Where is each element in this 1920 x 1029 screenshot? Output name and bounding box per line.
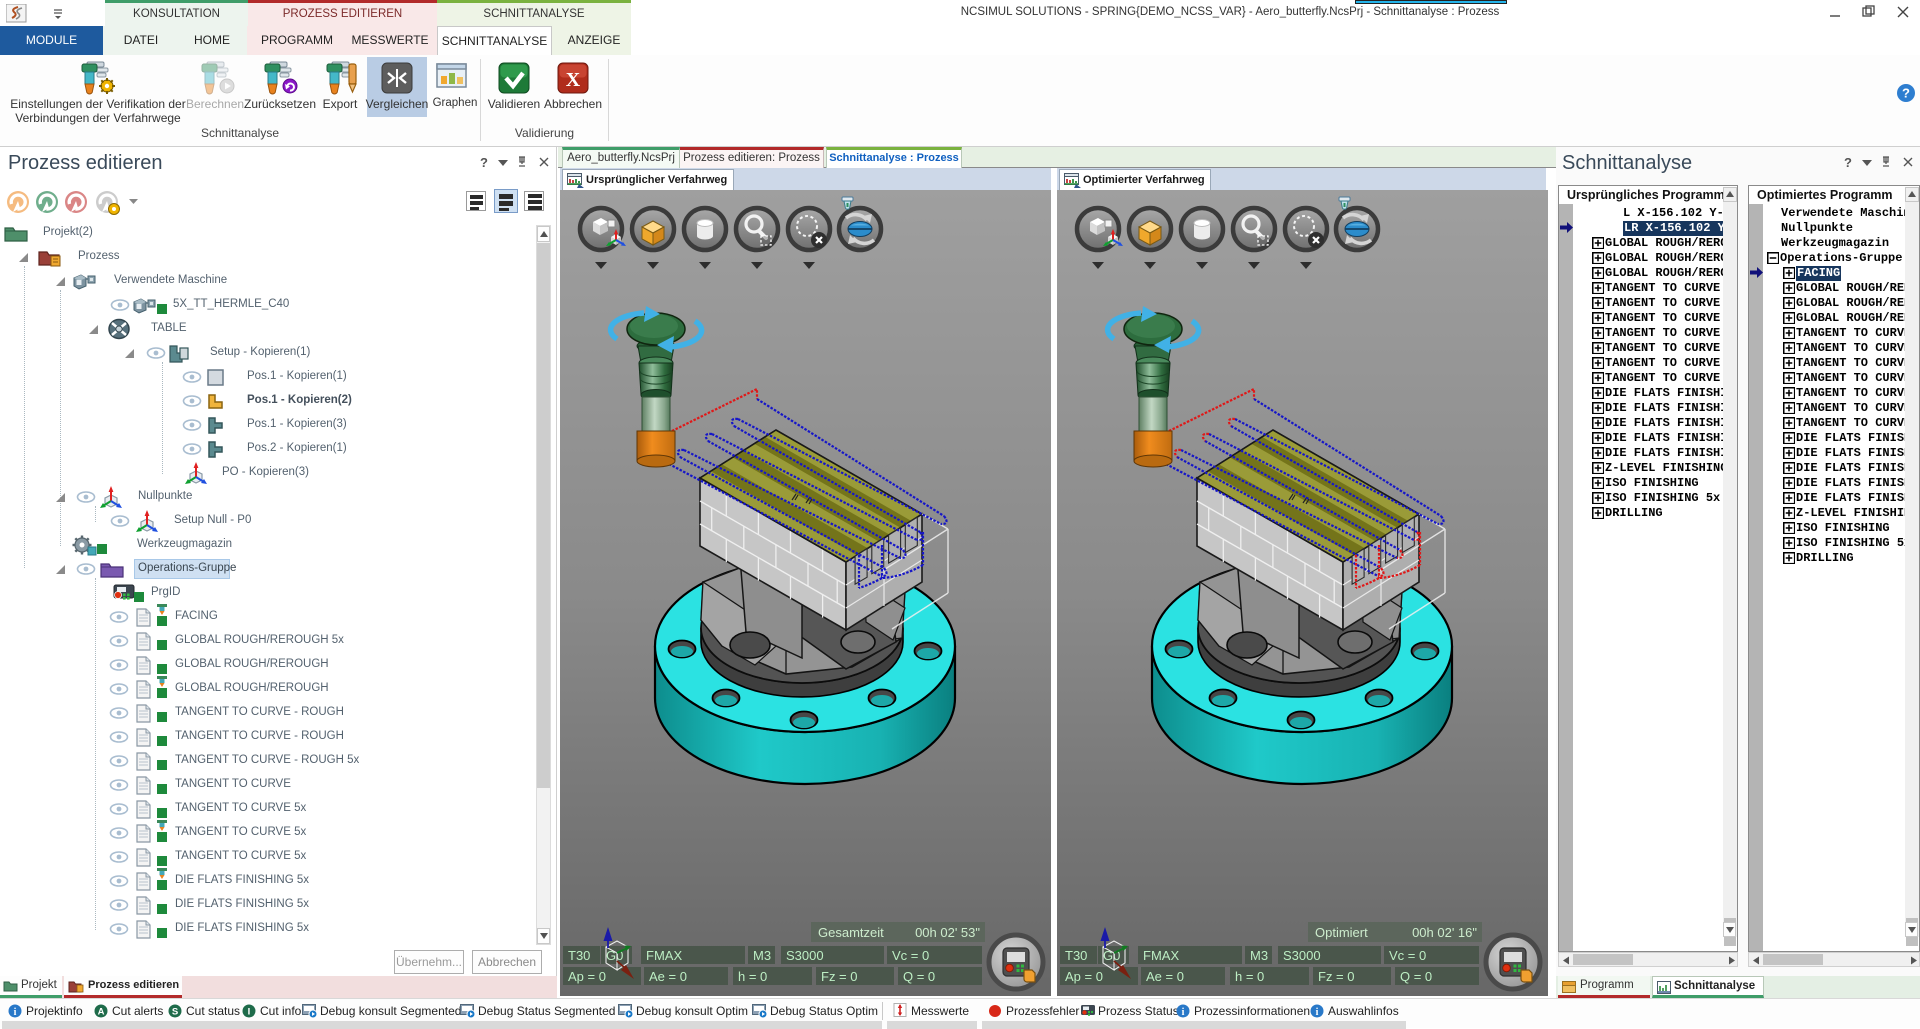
svg-text:Ae = 0: Ae = 0 [649,969,687,984]
svg-text:00h 02' 16": 00h 02' 16" [1412,925,1477,940]
svg-text:M3: M3 [1250,948,1268,963]
svg-text:Optimiert: Optimiert [1315,925,1368,940]
svg-text:S3000: S3000 [786,948,824,963]
svg-text:00h 02' 53": 00h 02' 53" [915,925,980,940]
svg-text:i: i [1182,1007,1185,1018]
svg-text:Q = 0: Q = 0 [1400,969,1432,984]
svg-text:T30: T30 [1065,948,1087,963]
svg-text:X: X [566,69,581,91]
svg-text:h = 0: h = 0 [738,969,767,984]
svg-text:M3: M3 [753,948,771,963]
svg-text:T30: T30 [568,948,590,963]
svg-text:Vc = 0: Vc = 0 [1389,948,1426,963]
svg-text:A: A [98,1007,105,1018]
svg-text:S: S [172,1007,178,1018]
svg-text:FMAX: FMAX [646,948,682,963]
svg-text:Gesamtzeit: Gesamtzeit [818,925,884,940]
svg-text:Fz = 0: Fz = 0 [1318,969,1355,984]
svg-text:i: i [1316,1007,1319,1018]
svg-text:Ae = 0: Ae = 0 [1146,969,1184,984]
svg-text:i: i [14,1007,17,1018]
svg-text:Fz = 0: Fz = 0 [821,969,858,984]
svg-text:?: ? [480,155,488,169]
svg-text:Ap = 0: Ap = 0 [1065,969,1103,984]
svg-text:Vc = 0: Vc = 0 [892,948,929,963]
svg-text:?: ? [1902,86,1910,101]
svg-text:?: ? [1844,155,1852,169]
svg-text:S3000: S3000 [1283,948,1321,963]
svg-text:Ap = 0: Ap = 0 [568,969,606,984]
svg-text:h = 0: h = 0 [1235,969,1264,984]
svg-text:FMAX: FMAX [1143,948,1179,963]
svg-text:I: I [248,1007,251,1018]
svg-text:Q = 0: Q = 0 [903,969,935,984]
